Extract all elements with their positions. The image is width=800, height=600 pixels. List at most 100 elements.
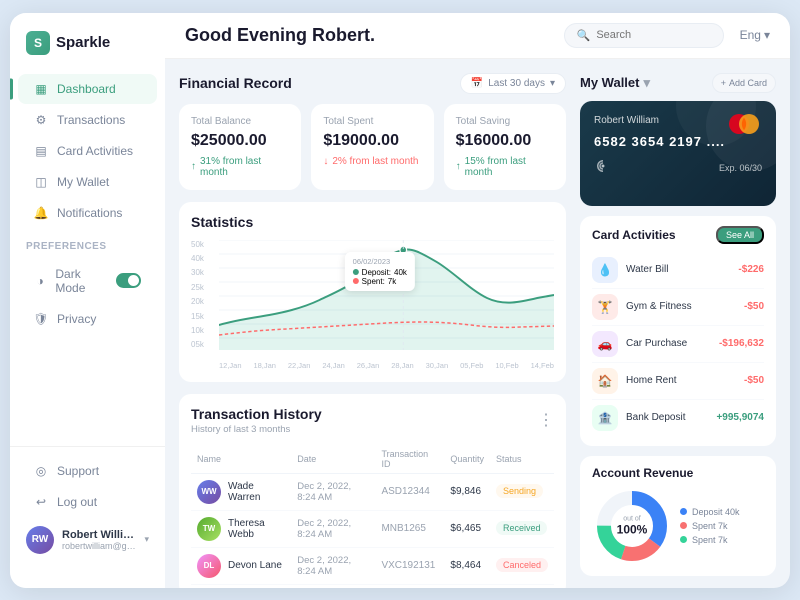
tx-date: Dec 2, 2022, 8:24 AM	[291, 510, 375, 547]
add-card-button[interactable]: + Add Card	[712, 73, 776, 93]
donut-percentage: 100%	[617, 522, 648, 536]
list-item: 🏋 Gym & Fitness -$50	[592, 289, 764, 326]
chart-area: 50k 40k 30k 25k 20k 15k 10k 05k	[191, 240, 554, 370]
sidebar-label-privacy: Privacy	[57, 312, 96, 326]
see-all-button[interactable]: See All	[716, 226, 764, 244]
status-badge: Sending	[496, 484, 543, 498]
total-spent-card: Total Spent $19000.00 ↓ 2% from last mon…	[311, 104, 433, 190]
wallet-title: My Wallet ▾	[580, 75, 650, 91]
plus-icon: +	[721, 78, 726, 88]
lang-label: Eng	[740, 28, 761, 42]
col-txid: Transaction ID	[375, 445, 444, 474]
total-spent-change: ↓ 2% from last month	[323, 156, 421, 167]
right-panel: My Wallet ▾ + Add Card	[580, 59, 790, 588]
body-layout: Financial Record 📅 Last 30 days ▾ Total …	[165, 59, 790, 588]
total-balance-value: $25000.00	[191, 132, 289, 150]
deposit-dot	[353, 269, 359, 275]
sidebar-item-notifications[interactable]: 🔔 Notifications	[18, 198, 157, 228]
status-badge: Canceled	[496, 558, 548, 572]
sidebar-item-my-wallet[interactable]: ◫ My Wallet	[18, 167, 157, 197]
donut-out-of: out of	[617, 515, 648, 522]
ca-item-name: Bank Deposit	[626, 412, 708, 423]
sidebar-item-dashboard[interactable]: ▦ Dashboard	[18, 74, 157, 104]
preferences-title: Preferences	[10, 229, 165, 258]
ca-item-icon: 💧	[592, 257, 618, 283]
ca-item-name: Gym & Fitness	[626, 301, 736, 312]
total-saving-label: Total Saving	[456, 116, 554, 127]
tx-avatar: DL	[197, 554, 221, 578]
table-row: TW Theresa Webb Dec 2, 2022, 8:24 AM MNB…	[191, 510, 554, 547]
sidebar-label-logout: Log out	[57, 495, 97, 509]
card-activities-section: Card Activities See All 💧 Water Bill -$2…	[580, 216, 776, 446]
financial-record-header: Financial Record 📅 Last 30 days ▾	[179, 73, 566, 94]
ca-item-amount: +995,9074	[716, 412, 764, 423]
sidebar-item-privacy[interactable]: 🛡 Privacy	[18, 304, 157, 334]
ca-item-name: Home Rent	[626, 375, 736, 386]
page-title: Good Evening Robert.	[185, 25, 548, 46]
tooltip-spent: Spent: 7k	[353, 277, 407, 286]
sidebar-item-dark-mode[interactable]: ◑ Dark Mode	[18, 259, 157, 303]
ca-item-amount: -$50	[744, 301, 764, 312]
main-nav: ▦ Dashboard ⚙ Transactions ▤ Card Activi…	[10, 73, 165, 446]
list-item: 🏦 Bank Deposit +995,9074	[592, 400, 764, 436]
ca-item-icon: 🏠	[592, 368, 618, 394]
tx-quantity: $9,846	[444, 473, 490, 510]
revenue-content: out of 100% Deposit 40k Spent 7k Spent 7…	[592, 486, 764, 566]
legend-label: Deposit 40k	[692, 507, 740, 517]
legend-item: Deposit 40k	[680, 507, 740, 517]
total-saving-change: ↑ 15% from last month	[456, 156, 554, 178]
credit-card: Robert William 6582 3654 2197 ....	[580, 101, 776, 206]
tx-subtitle: History of last 3 months	[191, 424, 322, 435]
donut-chart: out of 100%	[592, 486, 672, 566]
search-icon: 🔍	[577, 29, 591, 42]
logout-icon: ↩	[34, 495, 48, 509]
col-qty: Quantity	[444, 445, 490, 474]
tooltip-deposit: Deposit: 40k	[353, 268, 407, 277]
tx-quantity: $8,464	[444, 547, 490, 584]
total-spent-value: $19000.00	[323, 132, 421, 150]
sidebar-item-card-activities[interactable]: ▤ Card Activities	[18, 136, 157, 166]
ca-item-amount: -$226	[738, 264, 764, 275]
dark-mode-toggle[interactable]	[116, 273, 141, 288]
sidebar-item-logout[interactable]: ↩ Log out	[18, 487, 157, 517]
user-name: Robert William	[62, 529, 136, 541]
spent-dot	[353, 278, 359, 284]
language-selector[interactable]: Eng ▾	[740, 28, 770, 42]
tx-quantity: $6,465	[444, 510, 490, 547]
legend-items: Deposit 40k Spent 7k Spent 7k	[680, 507, 740, 545]
user-email: robertwilliam@gmail.com	[62, 541, 136, 551]
date-range-picker[interactable]: 📅 Last 30 days ▾	[460, 73, 566, 94]
dark-mode-icon: ◑	[34, 274, 46, 288]
total-saving-value: $16000.00	[456, 132, 554, 150]
legend-label: Spent 7k	[692, 521, 728, 531]
toggle-knob	[128, 275, 139, 286]
chevron-down-icon: ▾	[144, 534, 149, 545]
sidebar-item-support[interactable]: ◎ Support	[18, 456, 157, 486]
mastercard-icon	[726, 113, 762, 135]
logo-icon: S	[26, 31, 50, 55]
ca-item-amount: -$50	[744, 375, 764, 386]
sidebar-label-transactions: Transactions	[57, 113, 125, 127]
user-info: Robert William robertwilliam@gmail.com	[62, 529, 136, 551]
dashboard-icon: ▦	[34, 82, 48, 96]
tx-avatar: WW	[197, 480, 221, 504]
tx-name-cell: WW Wade Warren	[191, 473, 291, 510]
transaction-header: Transaction History History of last 3 mo…	[191, 406, 554, 435]
user-profile[interactable]: RW Robert William robertwilliam@gmail.co…	[10, 518, 165, 562]
search-input[interactable]	[596, 29, 710, 41]
table-row: DL Devon Lane Dec 2, 2022, 8:24 AM VXC19…	[191, 547, 554, 584]
sidebar-item-transactions[interactable]: ⚙ Transactions	[18, 105, 157, 135]
nfc-icon	[594, 157, 612, 180]
sidebar-label-card-activities: Card Activities	[57, 144, 133, 158]
tx-date: Dec 2, 2022, 8:24 AM	[291, 547, 375, 584]
logo: S Sparkle	[10, 31, 165, 73]
more-options-icon[interactable]: ⋮	[538, 410, 554, 430]
card-activities-icon: ▤	[34, 144, 48, 158]
sidebar-bottom: ◎ Support ↩ Log out RW Robert William ro…	[10, 446, 165, 570]
search-bar[interactable]: 🔍	[564, 23, 724, 48]
privacy-icon: 🛡	[34, 312, 48, 326]
status-badge: Received	[496, 521, 548, 535]
tx-status: Received	[490, 510, 554, 547]
tx-date: Dec 2, 2022, 8:24 AM	[291, 473, 375, 510]
main-content: Good Evening Robert. 🔍 Eng ▾ Financial R…	[165, 13, 790, 588]
